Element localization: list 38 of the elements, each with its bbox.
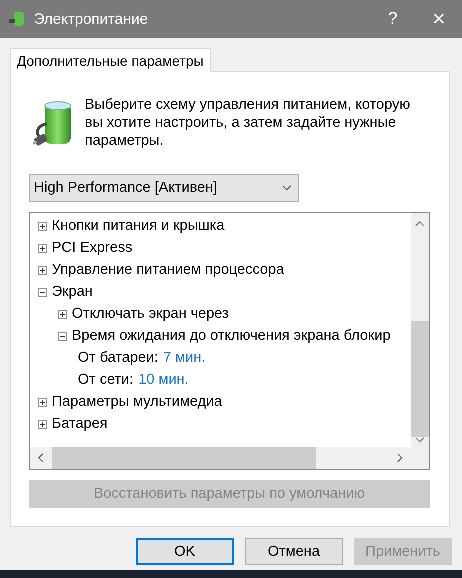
chevron-down-icon[interactable] xyxy=(415,437,425,443)
plan-dropdown[interactable]: High Performance [Активен] xyxy=(29,174,299,202)
tree-item[interactable]: PCI Express xyxy=(52,240,133,256)
horizontal-scrollbar[interactable] xyxy=(30,447,411,469)
scrollbar-thumb[interactable] xyxy=(52,447,316,469)
tree-item[interactable]: Кнопки питания и крышка xyxy=(52,218,225,234)
tree-item[interactable]: Управление питанием процессора xyxy=(52,262,284,278)
dialog-button[interactable]: OK xyxy=(136,538,234,565)
collapse-icon[interactable] xyxy=(58,332,67,340)
chevron-down-icon xyxy=(282,185,292,191)
tab[interactable]: Дополнительные параметры xyxy=(10,48,211,72)
expand-icon[interactable] xyxy=(38,244,47,252)
tree-item[interactable]: Экран xyxy=(52,284,93,300)
setting-label: От батареи: xyxy=(78,350,158,366)
tree-item[interactable]: Параметры мультимедиа xyxy=(52,394,222,410)
instruction-text: Выберите схему управления питанием, которую вы хотите настроить, а затем задайте нужные параметры. xyxy=(85,96,412,151)
dialog-button[interactable]: Отмена xyxy=(245,538,343,565)
expand-icon[interactable] xyxy=(38,222,47,230)
tree-item[interactable]: Батарея xyxy=(52,416,108,432)
expand-icon[interactable] xyxy=(38,266,47,274)
scrollbar-thumb[interactable] xyxy=(411,321,429,437)
setting-value-link[interactable]: 7 мин. xyxy=(163,350,206,366)
battery-plug-icon xyxy=(8,10,26,28)
chevron-right-icon[interactable] xyxy=(397,453,403,463)
vertical-scrollbar[interactable] xyxy=(411,213,429,447)
window-title: Электропитание xyxy=(34,10,150,28)
chevron-up-icon[interactable] xyxy=(415,221,425,227)
expand-icon[interactable] xyxy=(58,310,67,318)
chevron-left-icon[interactable] xyxy=(38,453,44,463)
help-button[interactable]: ? xyxy=(370,0,416,38)
setting-value-link[interactable]: 10 мин. xyxy=(138,372,189,388)
tree-item[interactable]: Отключать экран через xyxy=(72,306,229,322)
setting-label: От сети: xyxy=(78,372,134,388)
close-button[interactable]: ✕ xyxy=(416,0,462,38)
collapse-icon[interactable] xyxy=(38,288,47,296)
expand-icon[interactable] xyxy=(38,398,47,406)
expand-icon[interactable] xyxy=(38,420,47,428)
tree-item[interactable]: Время ожидания до отключения экрана блокир xyxy=(72,328,391,344)
